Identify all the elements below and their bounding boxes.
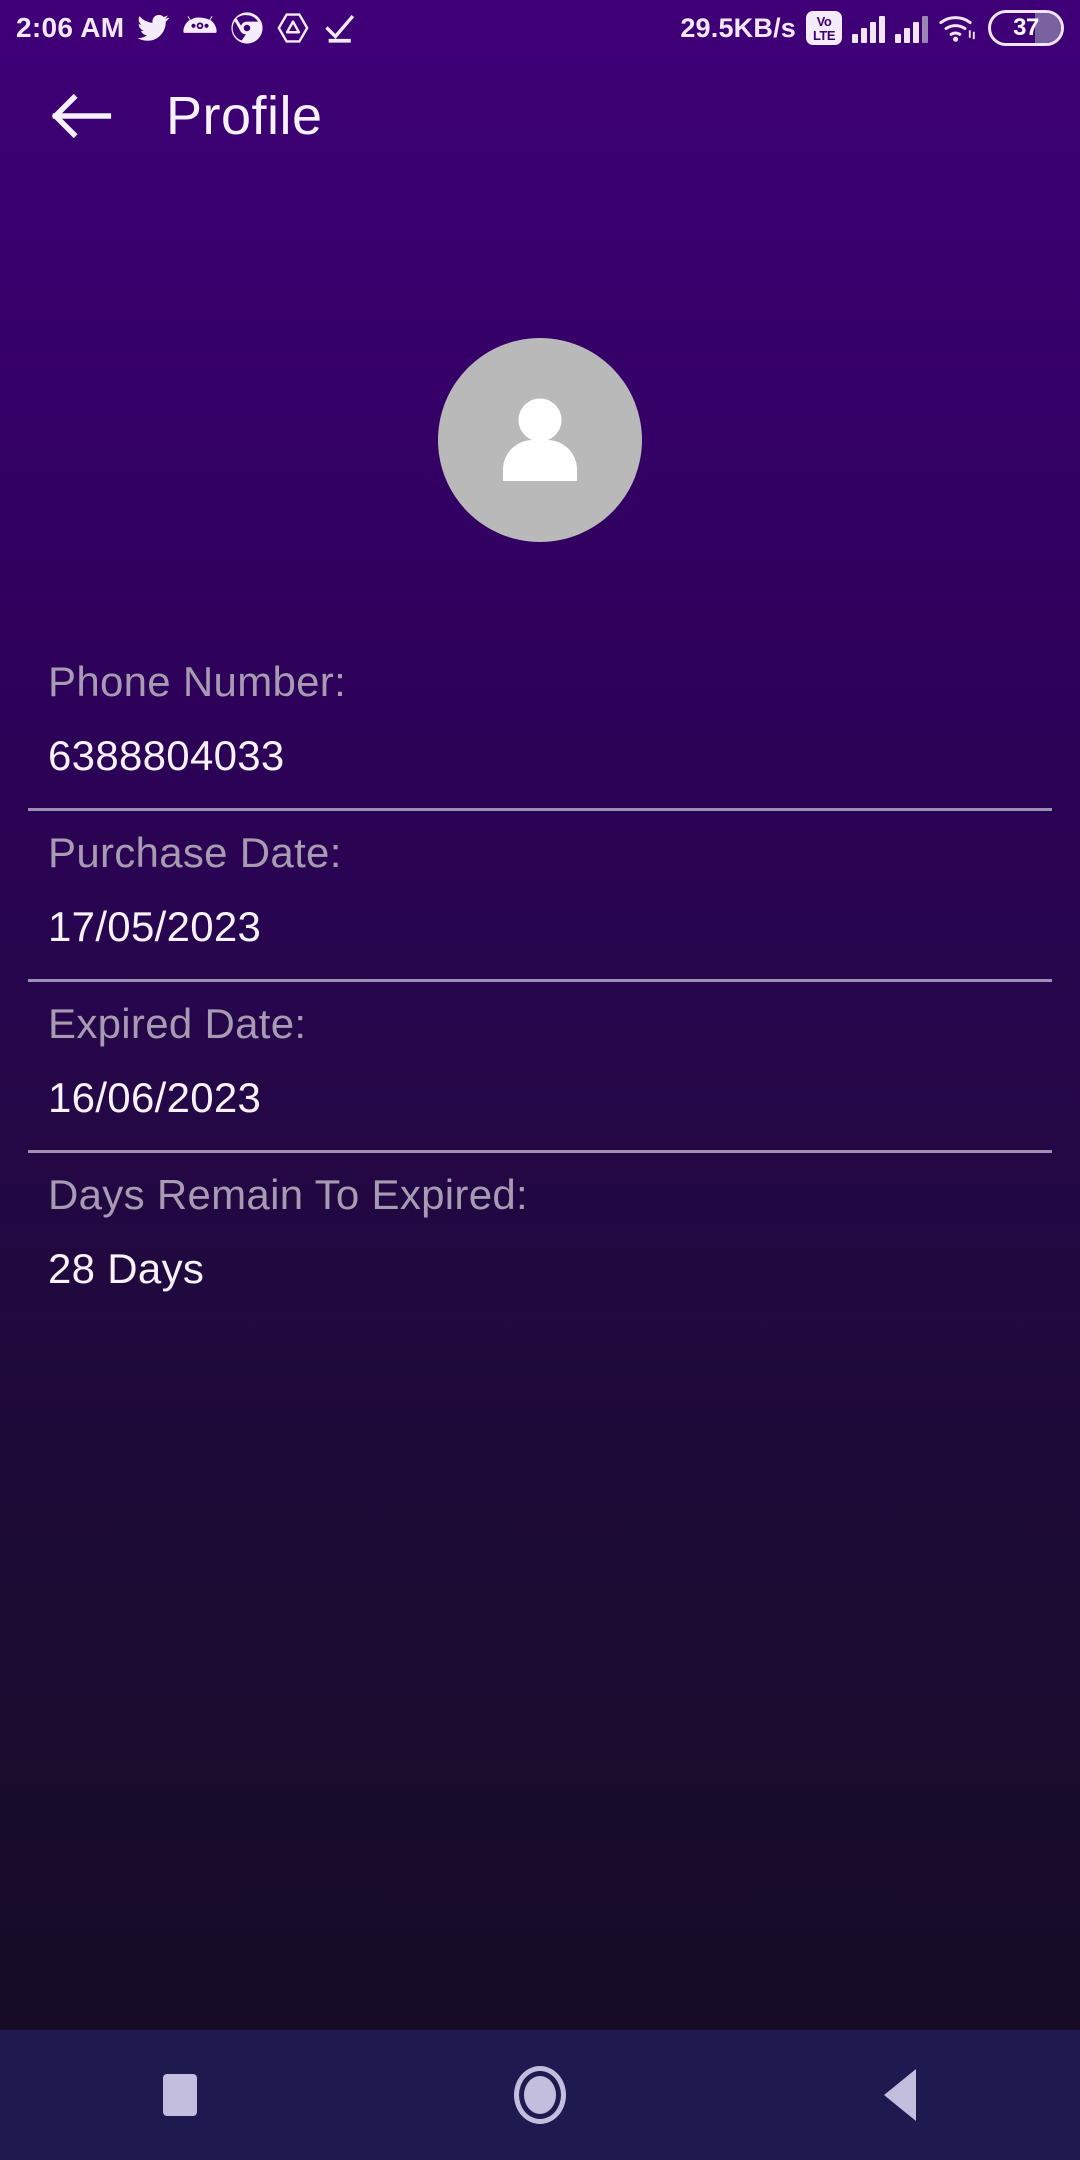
home-button[interactable] — [465, 2030, 615, 2160]
back-button[interactable] — [46, 81, 116, 151]
twitter-icon — [137, 14, 170, 41]
profile-fields: Phone Number: 6388804033 Purchase Date: … — [0, 640, 1080, 1321]
volte-icon: Vo LTE — [806, 11, 842, 45]
system-back-button[interactable] — [825, 2030, 975, 2160]
app-bar: Profile — [0, 56, 1080, 176]
field-label: Expired Date: — [48, 1000, 307, 1047]
signal-bars-sim2-icon — [895, 13, 928, 43]
battery-icon: 37 — [988, 10, 1064, 46]
home-circle-icon — [514, 2066, 566, 2124]
android-icon — [183, 16, 218, 33]
volte-bottom-text: LTE — [812, 27, 836, 43]
recents-square-icon — [163, 2074, 197, 2116]
battery-level-text: 37 — [1013, 14, 1039, 41]
status-bar-right: 29.5KB/s Vo LTE 37 — [680, 10, 1064, 46]
field-label: Phone Number: — [48, 658, 347, 705]
volte-top-text: Vo — [816, 13, 832, 29]
chrome-icon — [231, 12, 264, 44]
system-navigation-bar — [0, 2030, 1080, 2160]
field-value: 28 Days — [48, 1245, 205, 1292]
person-placeholder-icon — [503, 398, 577, 481]
network-speed: 29.5KB/s — [680, 12, 796, 43]
field-phone-number: Phone Number: 6388804033 — [0, 640, 1080, 808]
status-bar-left: 2:06 AM — [16, 11, 356, 45]
back-arrow-icon — [51, 93, 112, 139]
status-bar: 2:06 AM 29.5KB/s Vo LTE 37 — [0, 0, 1080, 56]
field-label: Purchase Date: — [48, 829, 342, 876]
checkmark-icon — [325, 14, 355, 43]
avatar[interactable] — [438, 338, 642, 542]
recents-button[interactable] — [105, 2030, 255, 2160]
back-triangle-icon — [884, 2069, 916, 2121]
wifi-icon — [939, 16, 975, 42]
signal-bars-sim1-icon — [852, 13, 885, 43]
field-value: 6388804033 — [48, 732, 285, 779]
field-value: 16/06/2023 — [48, 1074, 262, 1121]
field-value: 17/05/2023 — [48, 903, 262, 950]
triangle-app-icon — [277, 13, 309, 43]
field-expired-date: Expired Date: 16/06/2023 — [0, 982, 1080, 1150]
field-label: Days Remain To Expired: — [48, 1171, 528, 1218]
field-purchase-date: Purchase Date: 17/05/2023 — [0, 811, 1080, 979]
phone-screen: 2:06 AM 29.5KB/s Vo LTE 37 Profile Phone… — [0, 0, 1080, 2160]
field-days-remain: Days Remain To Expired: 28 Days — [0, 1153, 1080, 1321]
page-title: Profile — [166, 86, 323, 146]
status-bar-clock: 2:06 AM — [16, 12, 125, 43]
